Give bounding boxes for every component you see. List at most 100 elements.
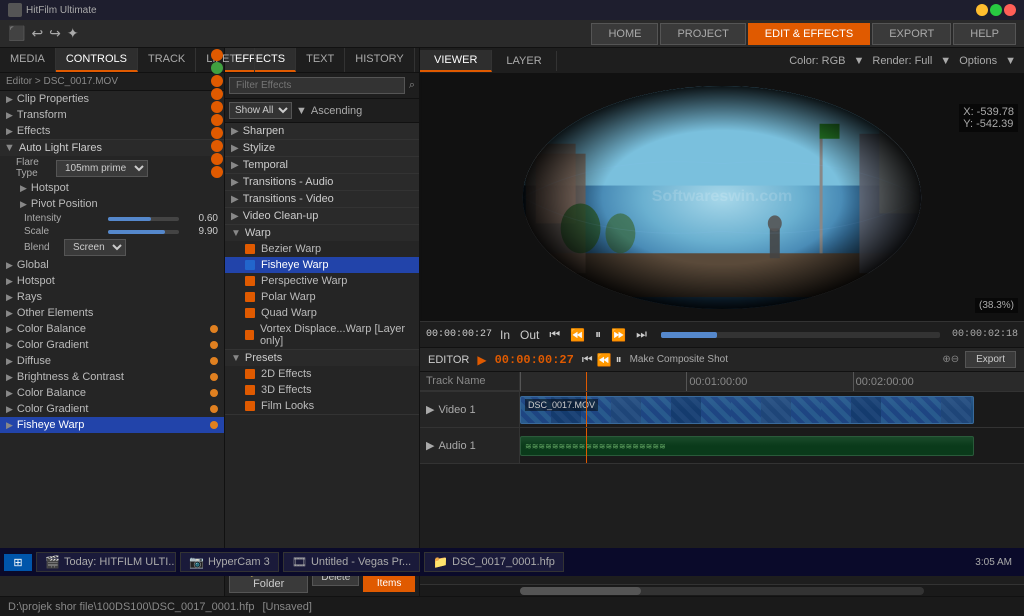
tab-text[interactable]: TEXT [296, 48, 345, 72]
chevron-down-icon-3[interactable]: ▼ [1005, 55, 1016, 67]
maximize-button[interactable] [990, 4, 1002, 16]
prop-auto-light-flares[interactable]: ▼ Auto Light Flares [0, 139, 224, 156]
prop-transform[interactable]: ▶ Transform [0, 107, 224, 123]
side-btn-7[interactable] [211, 127, 223, 139]
nav-icon-3[interactable]: ↪ [49, 25, 61, 42]
play-back-button[interactable]: ⏪ [568, 328, 587, 342]
prop-fisheye-warp[interactable]: ▶ Fisheye Warp [0, 417, 224, 433]
effects-group-header-stylize[interactable]: ▶ Stylize [225, 140, 419, 156]
effects-group-header-temporal[interactable]: ▶ Temporal [225, 157, 419, 173]
nav-tab-edit-effects[interactable]: EDIT & EFFECTS [748, 23, 870, 45]
chevron-down-icon-2[interactable]: ▼ [940, 55, 951, 67]
effects-group-header-trans-video[interactable]: ▶ Transitions - Video [225, 191, 419, 207]
side-btn-8[interactable] [211, 140, 223, 152]
effect-item-2d-effects[interactable]: 2D Effects [225, 366, 419, 382]
horizontal-scrollbar[interactable] [520, 587, 924, 595]
effect-item-3d-effects[interactable]: 3D Effects [225, 382, 419, 398]
track-content-audio1[interactable]: ≋≋≋≋≋≋≋≋≋≋≋≋≋≋≋≋≋≋≋≋≋ [520, 428, 1024, 463]
effect-item-film-looks[interactable]: Film Looks [225, 398, 419, 414]
audio-clip[interactable]: ≋≋≋≋≋≋≋≋≋≋≋≋≋≋≋≋≋≋≋≋≋ [520, 436, 974, 456]
editor-ctrl-2[interactable]: ⏪ [597, 353, 612, 367]
side-btn-3[interactable] [211, 75, 223, 87]
viewer-timeline-scrub[interactable] [661, 332, 940, 338]
prop-diffuse[interactable]: ▶ Diffuse [0, 353, 224, 369]
taskbar-item-hitfilm[interactable]: 🎬 Today: HITFILM ULTI... [36, 552, 176, 572]
effects-group-header-video-cleanup[interactable]: ▶ Video Clean-up [225, 208, 419, 224]
tab-viewer[interactable]: VIEWER [420, 50, 492, 72]
editor-ctrl-3[interactable]: ⏸ [616, 352, 622, 367]
effects-group-header-warp[interactable]: ▼ Warp [225, 225, 419, 241]
playhead[interactable] [586, 372, 587, 391]
track-content-video1[interactable]: DSC_0017.MOV [520, 392, 1024, 427]
intensity-slider[interactable] [108, 217, 179, 221]
ruler-track[interactable]: 00:01:00:00 00:02:00:00 [520, 372, 1024, 391]
make-composite-label[interactable]: Make Composite Shot [630, 354, 728, 365]
prop-hotspot[interactable]: ▶ Hotspot [0, 180, 224, 196]
prop-color-gradient-1[interactable]: ▶ Color Gradient [0, 337, 224, 353]
scale-slider[interactable] [108, 230, 179, 234]
chevron-down-icon[interactable]: ▼ [853, 55, 864, 67]
side-btn-10[interactable] [211, 166, 223, 178]
flare-type-select[interactable]: 105mm prime [56, 160, 148, 177]
side-btn-1[interactable] [211, 49, 223, 61]
side-btn-5[interactable] [211, 101, 223, 113]
nav-tab-project[interactable]: PROJECT [660, 23, 745, 45]
play-end-button[interactable]: ⏭ [634, 327, 649, 342]
nav-tab-help[interactable]: HELP [953, 23, 1016, 45]
blend-select[interactable]: Screen [64, 239, 126, 256]
prop-pivot[interactable]: ▶ Pivot Position [0, 196, 224, 212]
viewer-canvas[interactable]: Softwareswin.com X: -539.78 Y: -542.39 (… [420, 74, 1024, 321]
effect-item-vortex-warp[interactable]: Vortex Displace...Warp [Layer only] [225, 321, 419, 349]
editor-ctrl-1[interactable]: ⏮ [582, 352, 593, 367]
tab-controls[interactable]: CONTROLS [56, 48, 138, 72]
close-button[interactable] [1004, 4, 1016, 16]
effect-item-quad-warp[interactable]: Quad Warp [225, 305, 419, 321]
effects-group-header-presets[interactable]: ▼ Presets [225, 350, 419, 366]
prop-global[interactable]: ▶ Global [0, 257, 224, 273]
prop-effects[interactable]: ▶ Effects [0, 123, 224, 139]
effect-item-bezier-warp[interactable]: Bezier Warp [225, 241, 419, 257]
tab-lifet[interactable]: LIFET... [196, 48, 255, 72]
effects-search-input[interactable] [229, 77, 405, 94]
tab-history[interactable]: HISTORY [345, 48, 415, 72]
nav-tab-home[interactable]: HOME [591, 23, 658, 45]
export-button[interactable]: Export [965, 351, 1016, 368]
play-pause-button[interactable]: ⏸ [593, 327, 603, 342]
effect-item-polar-warp[interactable]: Polar Warp [225, 289, 419, 305]
tab-layer[interactable]: LAYER [492, 51, 556, 71]
prop-rays[interactable]: ▶ Rays [0, 289, 224, 305]
nav-icon-1[interactable]: ⬛ [8, 25, 25, 42]
prop-other-elements[interactable]: ▶ Other Elements [0, 305, 224, 321]
video-clip[interactable]: DSC_0017.MOV [520, 396, 974, 424]
prop-brightness-contrast[interactable]: ▶ Brightness & Contrast [0, 369, 224, 385]
taskbar-item-project[interactable]: 📁 DSC_0017_0001.hfp [424, 552, 564, 572]
tab-media[interactable]: MEDIA [0, 48, 56, 72]
play-forward-button[interactable]: ⏩ [609, 328, 628, 342]
prop-color-gradient-2[interactable]: ▶ Color Gradient [0, 401, 224, 417]
prop-color-balance-2[interactable]: ▶ Color Balance [0, 385, 224, 401]
side-btn-2[interactable] [211, 62, 223, 74]
expand-icon[interactable]: ▶ [426, 403, 434, 416]
nav-tab-export[interactable]: EXPORT [872, 23, 951, 45]
prop-clip-properties[interactable]: ▶ Clip Properties [0, 91, 224, 107]
prop-hotspot2[interactable]: ▶ Hotspot [0, 273, 224, 289]
expand-icon[interactable]: ▶ [426, 439, 434, 452]
side-btn-6[interactable] [211, 114, 223, 126]
nav-icon-2[interactable]: ↩ [31, 25, 43, 42]
nav-icon-4[interactable]: ✦ [67, 25, 79, 42]
effects-filter-select[interactable]: Show All [229, 102, 292, 119]
effect-item-fisheye-warp[interactable]: Fisheye Warp [225, 257, 419, 273]
prop-color-balance-1[interactable]: ▶ Color Balance [0, 321, 224, 337]
effects-group-header-trans-audio[interactable]: ▶ Transitions - Audio [225, 174, 419, 190]
minimize-button[interactable] [976, 4, 988, 16]
taskbar-item-hypercam[interactable]: 📷 HyperCam 3 [180, 552, 279, 572]
play-start-button[interactable]: ⏮ [547, 327, 562, 342]
editor-play-icon[interactable]: ▶ [477, 353, 486, 367]
taskbar-item-vegas[interactable]: 🎞 Untitled - Vegas Pr... [283, 552, 421, 572]
scrollbar-thumb[interactable] [520, 587, 641, 595]
start-button[interactable]: ⊞ [4, 554, 32, 571]
effect-item-perspective-warp[interactable]: Perspective Warp [225, 273, 419, 289]
side-btn-4[interactable] [211, 88, 223, 100]
effects-group-header-sharpen[interactable]: ▶ Sharpen [225, 123, 419, 139]
side-btn-9[interactable] [211, 153, 223, 165]
